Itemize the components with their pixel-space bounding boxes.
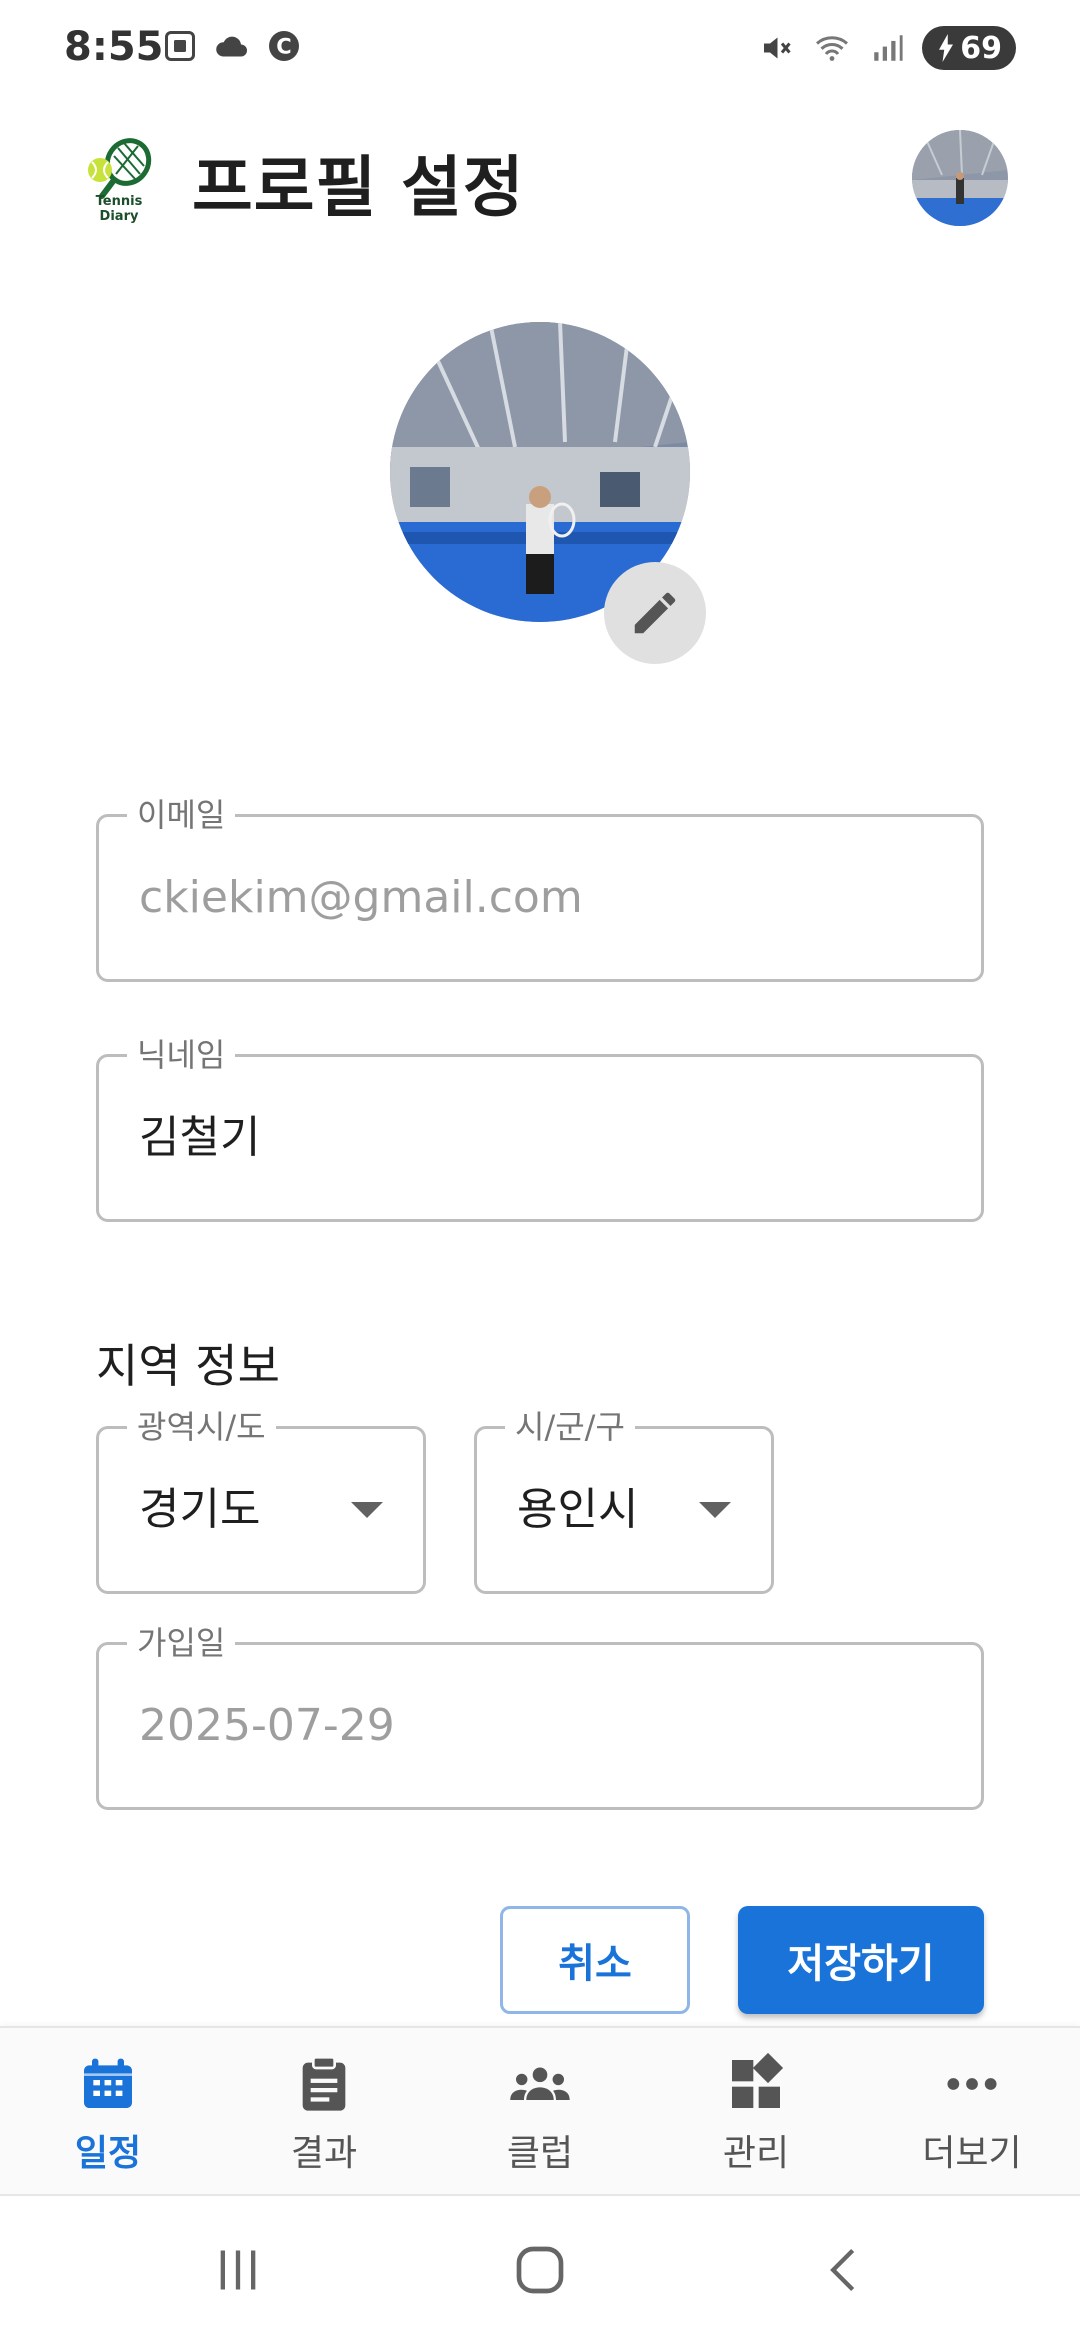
recent-apps-button[interactable] [206, 2238, 270, 2302]
battery-charging-icon [939, 34, 954, 62]
province-label: 광역시/도 [127, 1407, 276, 1447]
nav-item-club[interactable]: 클럽 [440, 2052, 640, 2176]
nav-label-results: 결과 [290, 2133, 358, 2174]
edit-photo-button[interactable] [604, 562, 706, 664]
status-time: 8:55 [64, 24, 164, 70]
city-select[interactable]: 시/군/구 용인시 [474, 1407, 774, 1594]
screenshot-icon [165, 31, 195, 61]
clipboard-icon [292, 2052, 356, 2116]
nickname-field[interactable]: 닉네임 김철기 [96, 1035, 984, 1222]
app-logo-text: Tennis Diary [95, 194, 143, 224]
cancel-button[interactable]: 취소 [500, 1906, 690, 2014]
nav-item-manage[interactable]: 관리 [656, 2052, 856, 2176]
city-label: 시/군/구 [505, 1407, 635, 1447]
user-avatar[interactable] [912, 130, 1008, 226]
region-section-title: 지역 정보 [96, 1339, 280, 1393]
join-date-field: 가입일 2025-07-29 [96, 1623, 984, 1810]
city-value: 용인시 [517, 1484, 639, 1535]
svg-text:C: C [276, 35, 291, 59]
groups-icon [508, 2052, 572, 2116]
nav-label-manage: 관리 [722, 2133, 790, 2174]
home-icon [516, 2246, 564, 2294]
bottom-navigation: 일정 결과 클럽 관리 더보기 [0, 2026, 1080, 2196]
signal-icon [874, 35, 903, 61]
province-select[interactable]: 광역시/도 경기도 [96, 1407, 426, 1594]
save-button[interactable]: 저장하기 [738, 1906, 984, 2014]
status-right-icons: 69 [758, 26, 1016, 70]
back-icon [830, 2248, 855, 2292]
nav-label-more: 더보기 [922, 2133, 1022, 2174]
app-bar: Tennis Diary 프로필 설정 [0, 110, 1080, 250]
more-horiz-icon [940, 2052, 1004, 2116]
battery-level: 69 [960, 30, 1002, 66]
province-value: 경기도 [139, 1484, 261, 1535]
app-logo[interactable]: Tennis Diary [78, 134, 160, 224]
calendar-icon [76, 2052, 140, 2116]
page-title: 프로필 설정 [192, 149, 525, 226]
pencil-icon [634, 592, 676, 634]
battery-indicator: 69 [922, 26, 1016, 70]
recent-apps-icon [220, 2250, 256, 2290]
nav-label-club: 클럽 [506, 2133, 574, 2174]
email-label: 이메일 [127, 795, 236, 835]
nav-item-schedule[interactable]: 일정 [8, 2052, 208, 2176]
cloud-icon [216, 36, 247, 57]
system-navigation-bar [0, 2198, 1080, 2340]
dashboard-icon [724, 2052, 788, 2116]
email-field: 이메일 ckiekim@gmail.com [96, 795, 984, 982]
nav-label-schedule: 일정 [74, 2133, 142, 2174]
nickname-input[interactable]: 김철기 [139, 1110, 260, 1166]
dropdown-arrow-icon [351, 1502, 383, 1518]
status-bar: 8:55 C 69 [0, 0, 1080, 96]
c-icon: C [269, 31, 299, 61]
nav-item-more[interactable]: 더보기 [872, 2052, 1072, 2176]
wifi-icon [816, 36, 849, 61]
mute-icon [764, 37, 791, 59]
nickname-label: 닉네임 [127, 1035, 236, 1075]
home-button[interactable] [504, 2238, 576, 2302]
avatar-photo [912, 130, 1008, 226]
nav-item-results[interactable]: 결과 [224, 2052, 424, 2176]
join-date-value: 2025-07-29 [139, 1700, 395, 1751]
email-value: ckiekim@gmail.com [139, 872, 583, 923]
dropdown-arrow-icon [699, 1502, 731, 1518]
join-date-label: 가입일 [127, 1623, 236, 1663]
back-button[interactable] [812, 2238, 876, 2302]
status-left-icons: C [162, 28, 302, 64]
